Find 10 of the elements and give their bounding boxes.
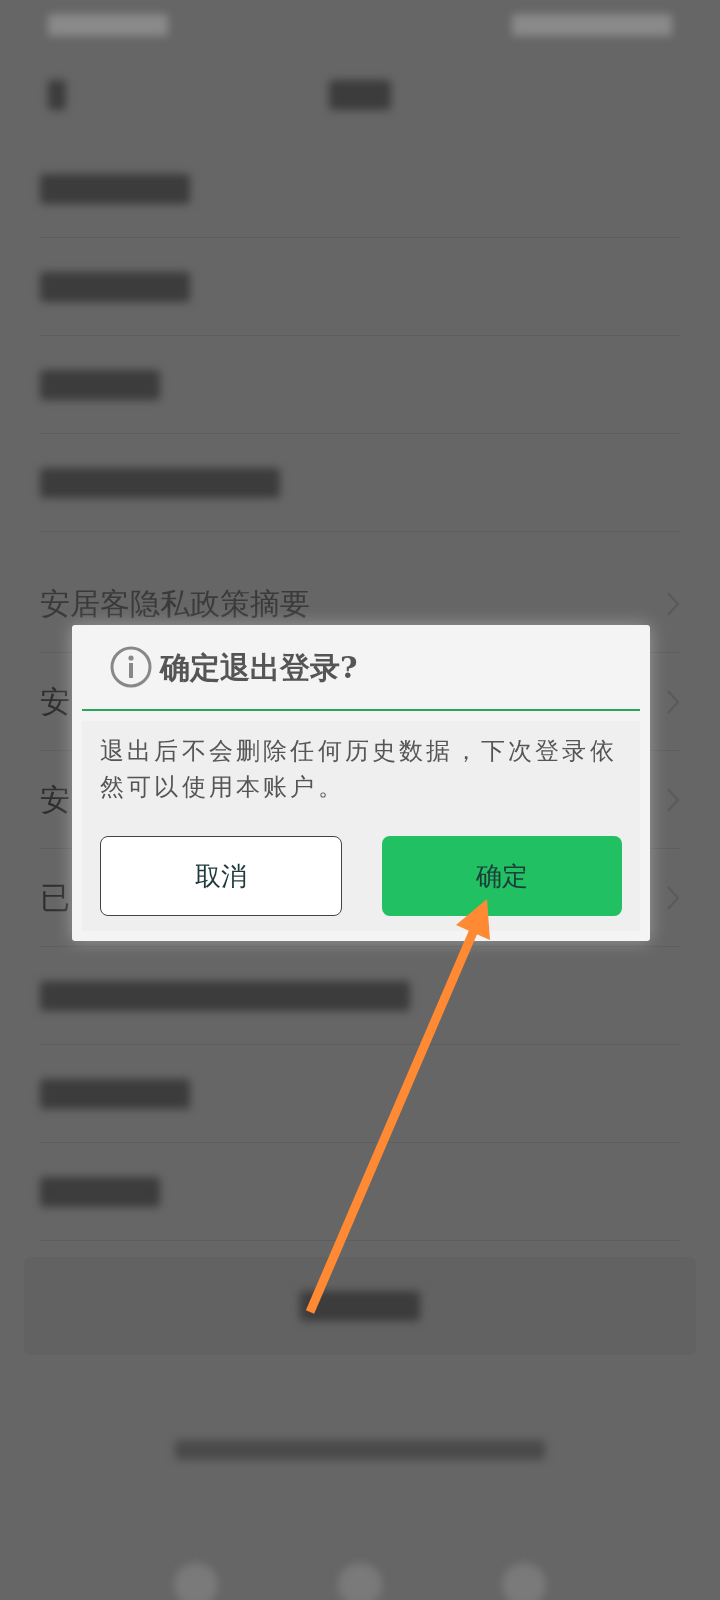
dialog-title: 确定退出登录?	[160, 648, 358, 687]
cancel-button[interactable]: 取消	[100, 836, 342, 916]
confirm-button[interactable]: 确定	[382, 836, 622, 916]
settings-item[interactable]: 安	[40, 679, 70, 724]
info-icon	[110, 646, 152, 688]
dialog-message: 退出后不会删除任何历史数据，下次登录依然可以使用本账户。	[82, 721, 640, 821]
blurred-title	[329, 80, 391, 110]
blurred-button[interactable]	[24, 1257, 696, 1355]
settings-item[interactable]: 已	[40, 875, 70, 920]
settings-item[interactable]: 安	[40, 777, 70, 822]
